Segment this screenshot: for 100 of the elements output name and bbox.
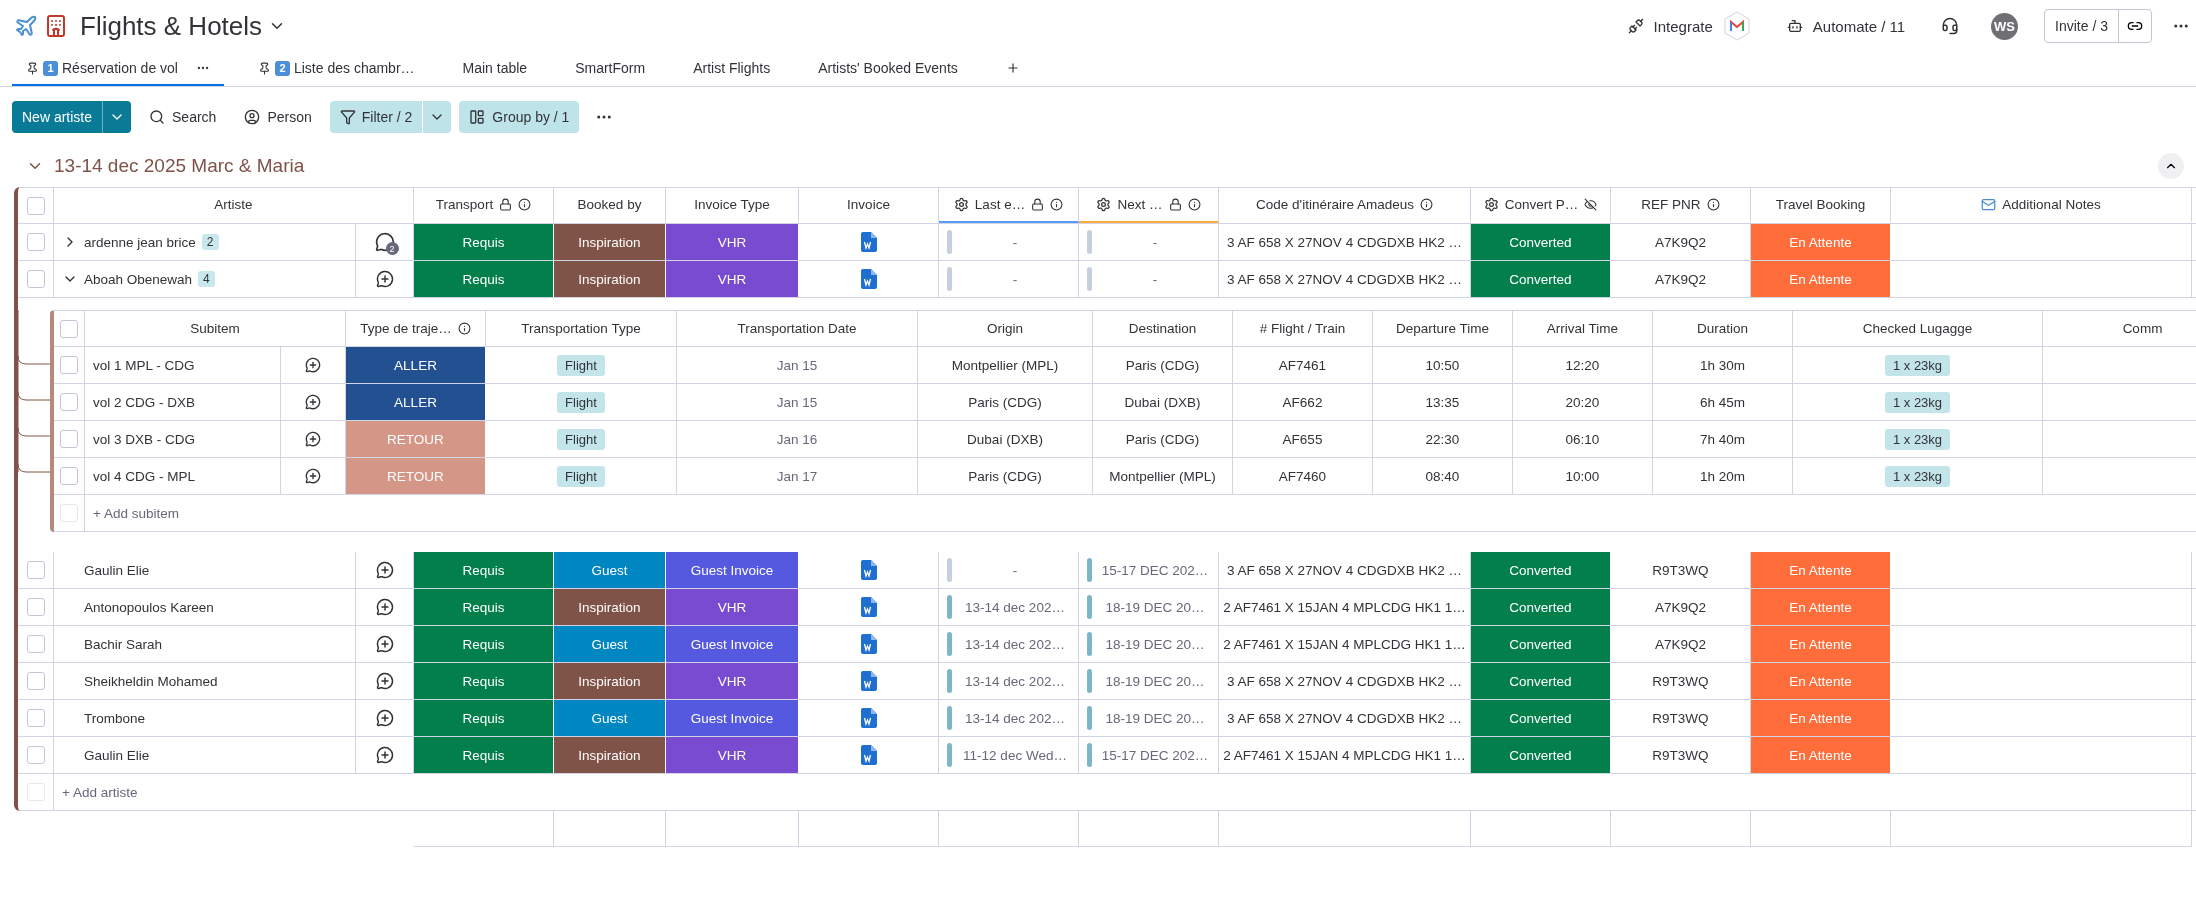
timeline-cell[interactable]: - bbox=[939, 261, 1079, 297]
checkbox[interactable] bbox=[26, 635, 45, 653]
timeline-cell[interactable]: 13-14 dec 202… bbox=[939, 589, 1079, 625]
view-tab[interactable]: 1 Réservation de vol bbox=[12, 52, 224, 86]
transport-status[interactable]: Requis bbox=[414, 700, 554, 736]
invoice-type-status[interactable]: VHR bbox=[666, 224, 799, 260]
checkbox[interactable] bbox=[60, 467, 78, 485]
convert-status[interactable]: Converted bbox=[1471, 261, 1611, 297]
invoice-type-status[interactable]: VHR bbox=[666, 589, 799, 625]
checkbox[interactable] bbox=[26, 561, 45, 579]
convert-status[interactable]: Converted bbox=[1471, 626, 1611, 662]
checkbox[interactable] bbox=[60, 356, 78, 374]
timeline-cell[interactable]: 13-14 dec 202… bbox=[939, 700, 1079, 736]
info-icon[interactable] bbox=[1050, 198, 1064, 211]
document-icon[interactable] bbox=[860, 269, 877, 289]
booked-by-status[interactable]: Inspiration bbox=[554, 663, 666, 699]
invoice-type-status[interactable]: Guest Invoice bbox=[666, 700, 799, 736]
add-update-icon[interactable] bbox=[375, 672, 394, 690]
group-title[interactable]: 13-14 dec 2025 Marc & Maria bbox=[54, 155, 305, 177]
info-icon[interactable] bbox=[1187, 198, 1201, 211]
document-icon[interactable] bbox=[860, 671, 877, 691]
subitem-name[interactable]: vol 1 MPL - CDG bbox=[85, 347, 281, 383]
item-name[interactable]: Antonopoulos Kareen bbox=[84, 599, 214, 615]
info-icon[interactable] bbox=[457, 322, 471, 335]
invoice-type-status[interactable]: VHR bbox=[666, 663, 799, 699]
timeline-cell[interactable]: 13-14 dec 202… bbox=[939, 663, 1079, 699]
timeline-cell[interactable]: 18-19 DEC 20… bbox=[1079, 626, 1219, 662]
subitem-count[interactable]: 2 bbox=[201, 234, 219, 250]
timeline-cell[interactable]: - bbox=[939, 224, 1079, 260]
invoice-type-status[interactable]: Guest Invoice bbox=[666, 552, 799, 588]
timeline-cell[interactable]: 18-19 DEC 20… bbox=[1079, 700, 1219, 736]
timeline-cell[interactable]: - bbox=[939, 552, 1079, 588]
checkbox[interactable] bbox=[26, 196, 45, 215]
timeline-cell[interactable]: - bbox=[1079, 224, 1219, 260]
timeline-cell[interactable]: 15-17 DEC 202… bbox=[1079, 552, 1219, 588]
automate-button[interactable]: Automate / 11 bbox=[1778, 13, 1914, 39]
document-icon[interactable] bbox=[860, 708, 877, 728]
item-name[interactable]: Bachir Sarah bbox=[84, 636, 163, 652]
view-tab[interactable]: Main table bbox=[448, 52, 542, 86]
person-button[interactable]: Person bbox=[234, 101, 322, 133]
document-icon[interactable] bbox=[860, 634, 877, 654]
booked-by-status[interactable]: Inspiration bbox=[554, 224, 666, 260]
view-tab[interactable]: 2 Liste des chambr… bbox=[243, 52, 429, 86]
checkbox[interactable] bbox=[60, 393, 78, 411]
transport-status[interactable]: Requis bbox=[414, 224, 554, 260]
transport-status[interactable]: Requis bbox=[414, 663, 554, 699]
document-icon[interactable] bbox=[860, 597, 877, 617]
add-update-icon[interactable] bbox=[305, 357, 321, 373]
updates-indicator[interactable]: 2 bbox=[374, 232, 395, 252]
add-subitem-link[interactable]: + Add subitem bbox=[93, 505, 179, 521]
booked-by-status[interactable]: Inspiration bbox=[554, 737, 666, 773]
view-tab[interactable]: SmartForm bbox=[561, 52, 660, 86]
booked-by-status[interactable]: Guest bbox=[554, 626, 666, 662]
checkbox[interactable] bbox=[26, 598, 45, 616]
support-icon[interactable] bbox=[1941, 17, 1960, 35]
user-avatar[interactable]: WS bbox=[1991, 12, 2019, 40]
timeline-cell[interactable]: 11-12 dec Wed… bbox=[939, 737, 1079, 773]
invoice-type-status[interactable]: Guest Invoice bbox=[666, 626, 799, 662]
item-name[interactable]: Gaulin Elie bbox=[84, 562, 150, 578]
convert-status[interactable]: Converted bbox=[1471, 224, 1611, 260]
info-icon[interactable] bbox=[1419, 198, 1433, 211]
convert-status[interactable]: Converted bbox=[1471, 552, 1611, 588]
info-icon[interactable] bbox=[1706, 198, 1720, 211]
add-update-icon[interactable] bbox=[305, 468, 321, 484]
transport-status[interactable]: Requis bbox=[414, 261, 554, 297]
subitem-name[interactable]: vol 3 DXB - CDG bbox=[85, 421, 281, 457]
integrate-button[interactable]: Integrate bbox=[1619, 13, 1721, 39]
timeline-cell[interactable]: 15-17 DEC 202… bbox=[1079, 737, 1219, 773]
add-update-icon[interactable] bbox=[305, 394, 321, 410]
checkbox[interactable] bbox=[26, 746, 45, 764]
subitem-name[interactable]: vol 4 CDG - MPL bbox=[85, 458, 281, 494]
convert-status[interactable]: Converted bbox=[1471, 700, 1611, 736]
add-update-icon[interactable] bbox=[305, 431, 321, 447]
checkbox[interactable] bbox=[26, 270, 45, 288]
add-item-link[interactable]: + Add artiste bbox=[62, 784, 138, 800]
checkbox[interactable] bbox=[26, 672, 45, 690]
group-by-button[interactable]: Group by / 1 bbox=[459, 101, 580, 133]
timeline-cell[interactable]: 18-19 DEC 20… bbox=[1079, 589, 1219, 625]
trip-type-status[interactable]: ALLER bbox=[346, 347, 486, 383]
convert-status[interactable]: Converted bbox=[1471, 589, 1611, 625]
item-name[interactable]: ardenne jean brice bbox=[84, 234, 196, 250]
transport-status[interactable]: Requis bbox=[414, 589, 554, 625]
invoice-type-status[interactable]: VHR bbox=[666, 261, 799, 297]
item-name[interactable]: Aboah Obenewah bbox=[84, 271, 193, 287]
add-update-icon[interactable] bbox=[375, 746, 394, 764]
transport-status[interactable]: Requis bbox=[414, 626, 554, 662]
booked-by-status[interactable]: Guest bbox=[554, 552, 666, 588]
booked-by-status[interactable]: Inspiration bbox=[554, 589, 666, 625]
add-update-icon[interactable] bbox=[375, 709, 394, 727]
transport-status[interactable]: Requis bbox=[414, 737, 554, 773]
convert-status[interactable]: Converted bbox=[1471, 663, 1611, 699]
info-icon[interactable] bbox=[518, 198, 532, 211]
checkbox[interactable] bbox=[26, 233, 45, 251]
checkbox[interactable] bbox=[60, 319, 78, 338]
add-update-icon[interactable] bbox=[375, 270, 394, 288]
timeline-cell[interactable]: - bbox=[1079, 261, 1219, 297]
booked-by-status[interactable]: Guest bbox=[554, 700, 666, 736]
add-update-icon[interactable] bbox=[375, 598, 394, 616]
invoice-type-status[interactable]: VHR bbox=[666, 737, 799, 773]
checkbox[interactable] bbox=[60, 430, 78, 448]
